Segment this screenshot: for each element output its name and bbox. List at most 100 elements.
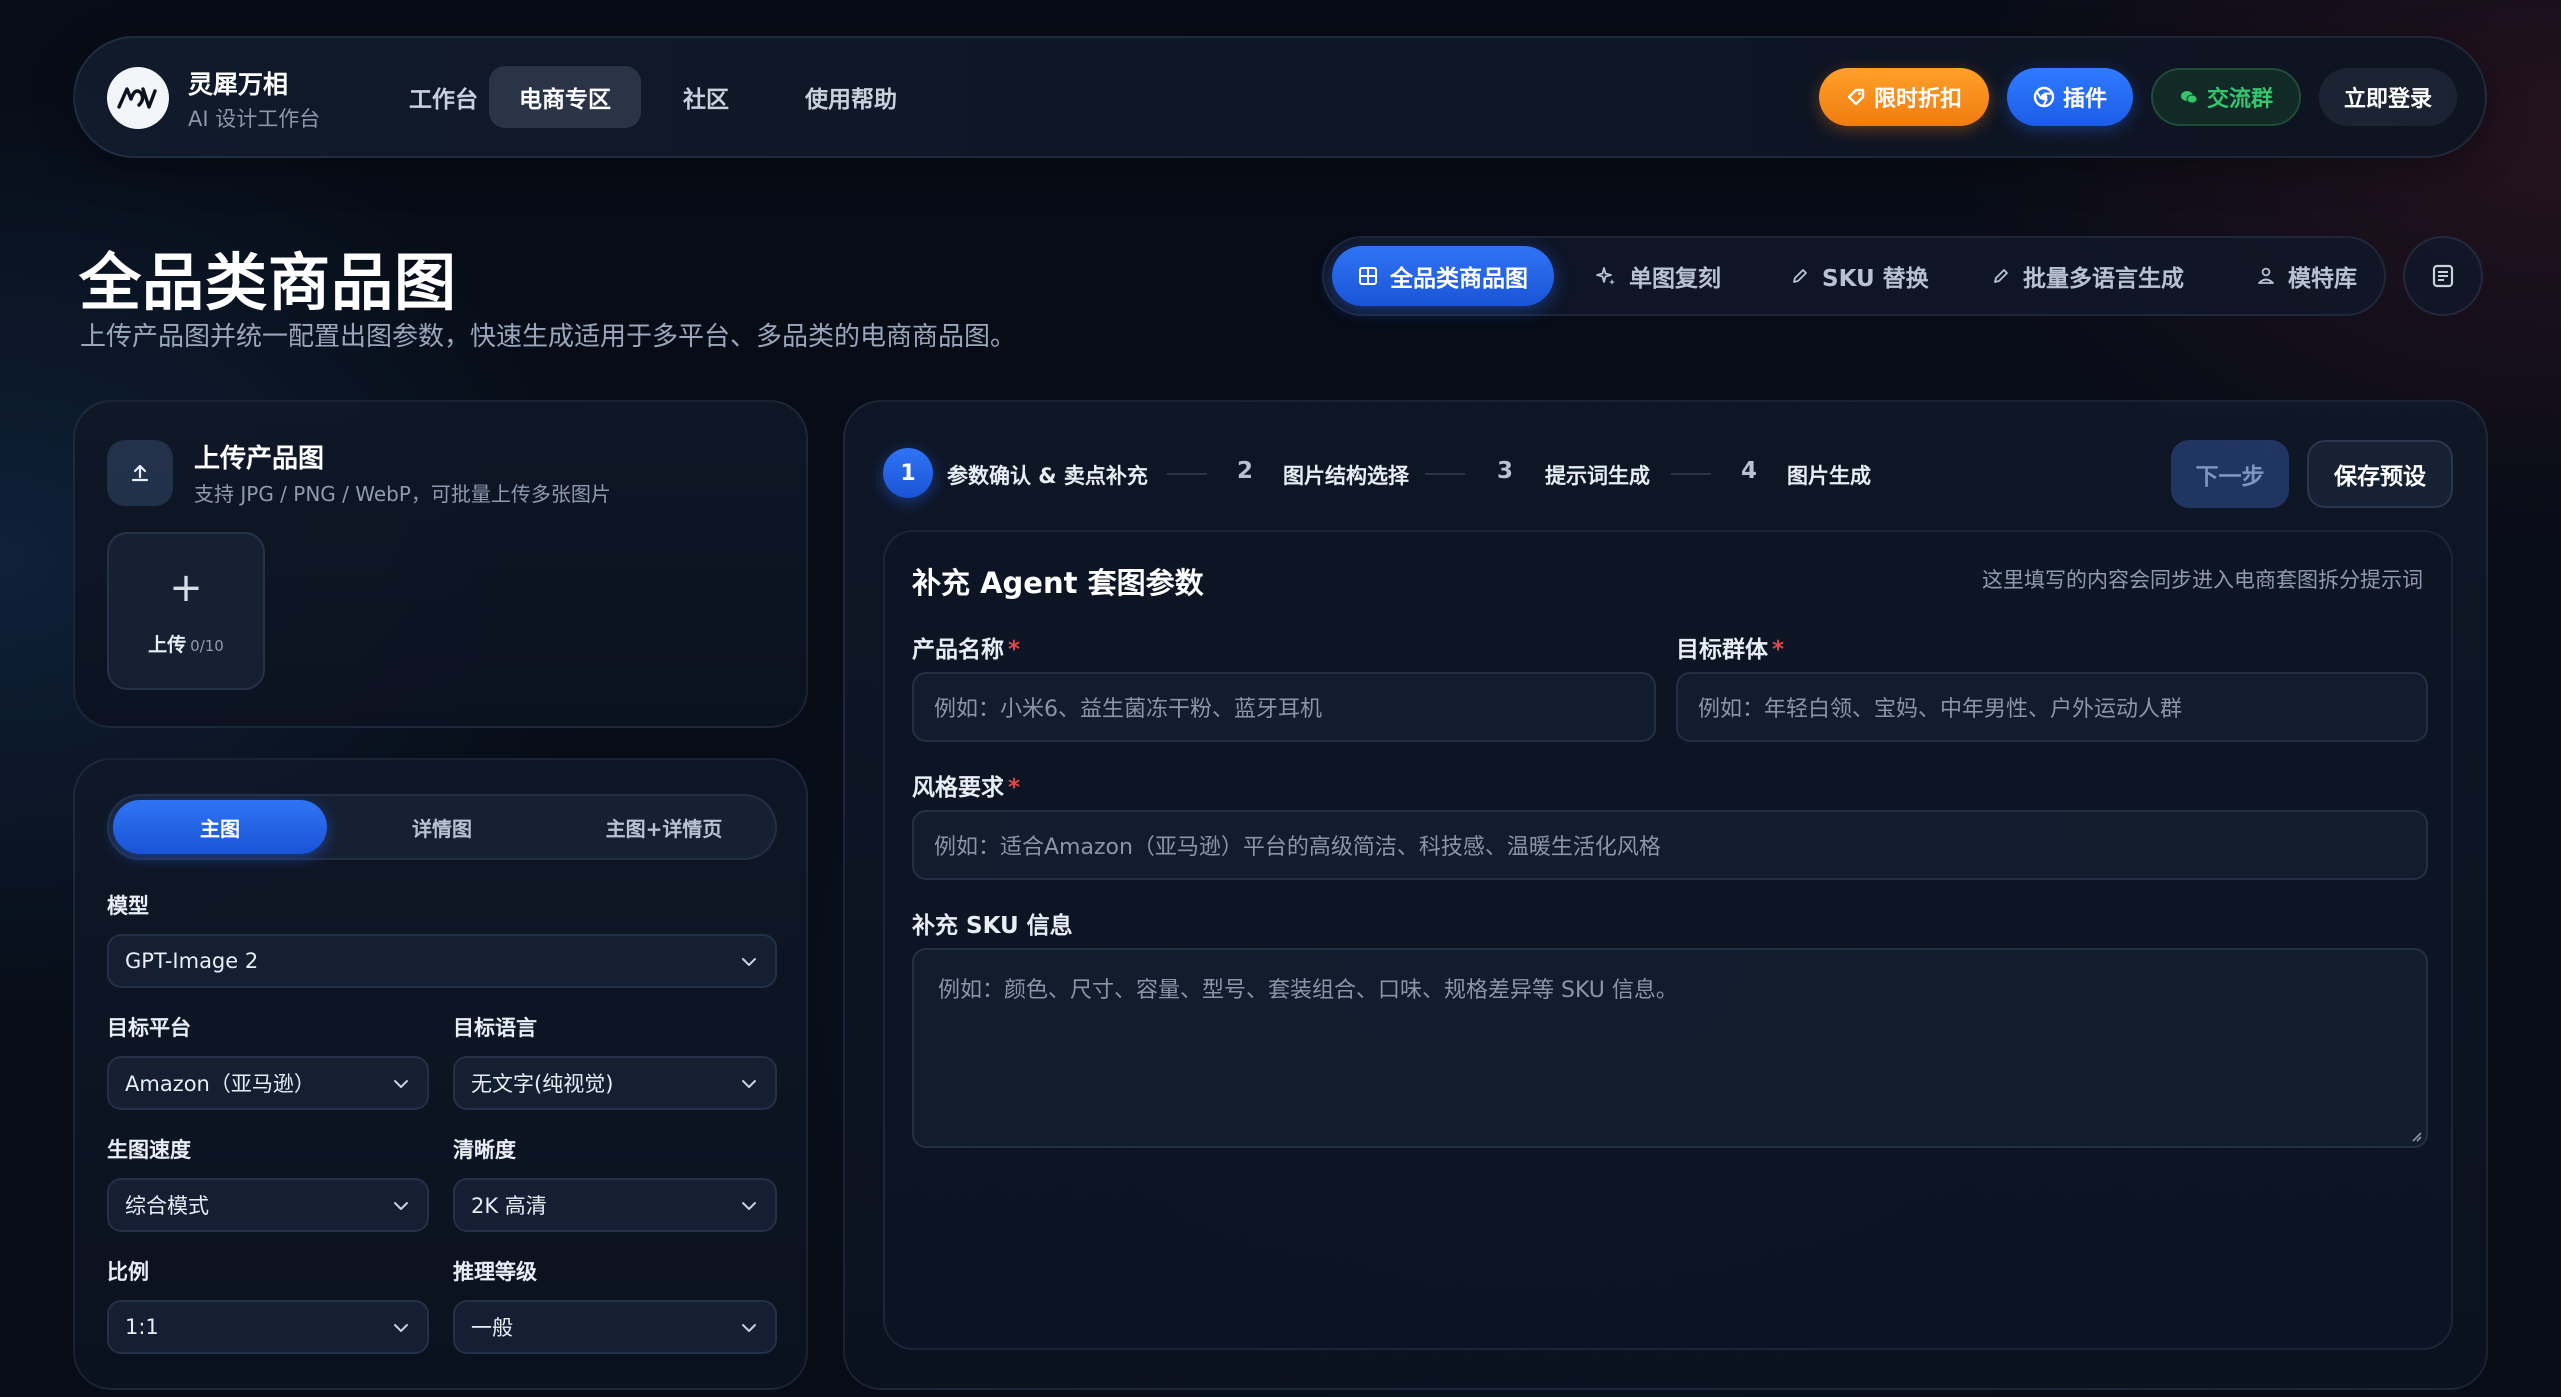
- platform-value: Amazon（亚马逊）: [125, 1072, 315, 1096]
- resize-handle-icon[interactable]: [2408, 1128, 2422, 1142]
- ratio-label: 比例: [107, 1260, 149, 1284]
- step-3-label[interactable]: 提示词生成: [1545, 460, 1650, 490]
- step-2-number[interactable]: 2: [1237, 458, 1253, 484]
- tab-label: 单图复刻: [1629, 266, 1721, 292]
- segment-label: 主图+详情页: [605, 816, 723, 841]
- step-4-label[interactable]: 图片生成: [1787, 460, 1871, 490]
- discount-button[interactable]: 限时折扣: [1819, 68, 1989, 126]
- ratio-select[interactable]: 1:1: [107, 1300, 429, 1354]
- upload-button-label: 上传 0/10: [109, 630, 263, 657]
- document-icon: [2432, 264, 2454, 288]
- login-button[interactable]: 立即登录: [2319, 68, 2457, 126]
- clarity-value: 2K 高清: [471, 1194, 547, 1218]
- tab-model-library[interactable]: 模特库: [2230, 246, 2383, 306]
- step-connector: [1425, 473, 1465, 475]
- plus-icon: +: [169, 565, 203, 611]
- pencil-icon: [1994, 269, 2008, 283]
- model-select[interactable]: GPT-Image 2: [107, 934, 777, 988]
- plugin-button[interactable]: 插件: [2007, 68, 2133, 126]
- step-1-number[interactable]: 1: [883, 448, 933, 498]
- step-connector: [1167, 473, 1207, 475]
- field-label-text: 目标群体: [1676, 637, 1768, 663]
- clarity-select[interactable]: 2K 高清: [453, 1178, 777, 1232]
- upload-label: 上传: [148, 634, 187, 656]
- workflow-panel: 1 参数确认 & 卖点补充 2 图片结构选择 3 提示词生成 4 图片生成 下一…: [843, 400, 2488, 1390]
- step-2-label[interactable]: 图片结构选择: [1283, 460, 1409, 490]
- segment-main-image[interactable]: 主图: [113, 800, 327, 854]
- upload-panel: 上传产品图 支持 JPG / PNG / WebP，可批量上传多张图片 + 上传…: [73, 400, 808, 728]
- style-input[interactable]: 例如：适合Amazon（亚马逊）平台的高级简洁、科技感、温暖生活化风格: [912, 810, 2428, 880]
- audience-placeholder: 例如：年轻白领、宝妈、中年男性、户外运动人群: [1698, 697, 2183, 722]
- chevron-down-icon: [394, 1080, 408, 1088]
- segment-detail-image[interactable]: 详情图: [335, 800, 549, 854]
- product-name-input[interactable]: 例如：小米6、益生菌冻干粉、蓝牙耳机: [912, 672, 1656, 742]
- speed-select[interactable]: 综合模式: [107, 1178, 429, 1232]
- page-title: 全品类商品图: [79, 246, 458, 319]
- upload-dropzone[interactable]: + 上传 0/10: [107, 532, 265, 690]
- grid-icon: [1359, 267, 1377, 285]
- login-label: 立即登录: [2343, 87, 2432, 112]
- tab-single-copy[interactable]: 单图复刻: [1569, 246, 1747, 306]
- group-label: 交流群: [2206, 87, 2273, 112]
- field-label-text: 风格要求: [912, 775, 1004, 801]
- language-select[interactable]: 无文字(纯视觉): [453, 1056, 777, 1110]
- field-label-text: 产品名称: [912, 637, 1004, 663]
- nav-community[interactable]: 社区: [653, 66, 759, 128]
- platform-select[interactable]: Amazon（亚马逊）: [107, 1056, 429, 1110]
- reasoning-label: 推理等级: [453, 1260, 537, 1284]
- step-3-number[interactable]: 3: [1497, 458, 1513, 484]
- language-label: 目标语言: [453, 1016, 537, 1040]
- style-label: 风格要求 *: [912, 768, 1020, 802]
- tab-sku-replace[interactable]: SKU 替换: [1764, 246, 1955, 306]
- history-button[interactable]: [2403, 236, 2483, 316]
- brand-logo[interactable]: [107, 67, 169, 129]
- nav-label: 社区: [683, 87, 729, 113]
- ratio-value: 1:1: [125, 1315, 159, 1339]
- step-1-label[interactable]: 参数确认 & 卖点补充: [947, 460, 1148, 490]
- group-button[interactable]: 交流群: [2151, 68, 2301, 126]
- brand-name: 灵犀万相: [188, 70, 289, 99]
- top-navbar: 灵犀万相 AI 设计工作台 工作台 电商专区 社区 使用帮助 限时折扣 插件 交…: [73, 36, 2487, 158]
- tab-label: 模特库: [2288, 266, 2357, 292]
- language-value: 无文字(纯视觉): [471, 1072, 614, 1096]
- plugin-label: 插件: [2062, 87, 2107, 112]
- discount-label: 限时折扣: [1873, 87, 1962, 112]
- upload-title: 上传产品图: [194, 444, 325, 474]
- nav-label: 工作台: [409, 87, 478, 113]
- brand-subtitle: AI 设计工作台: [188, 107, 321, 131]
- nav-ecommerce[interactable]: 电商专区: [489, 66, 641, 128]
- tab-label: 批量多语言生成: [2023, 266, 2184, 292]
- person-icon: [2258, 267, 2274, 284]
- audience-input[interactable]: 例如：年轻白领、宝妈、中年男性、户外运动人群: [1676, 672, 2428, 742]
- agent-card-hint: 这里填写的内容会同步进入电商套图拆分提示词: [1982, 568, 2423, 592]
- chevron-down-icon: [394, 1202, 408, 1210]
- tab-all-category[interactable]: 全品类商品图: [1332, 246, 1554, 306]
- sku-placeholder: 例如：颜色、尺寸、容量、型号、套装组合、口味、规格差异等 SKU 信息。: [938, 978, 1678, 1003]
- speed-value: 综合模式: [125, 1194, 209, 1218]
- save-preset-button[interactable]: 保存预设: [2307, 440, 2453, 508]
- wechat-icon: [2180, 91, 2198, 104]
- speed-label: 生图速度: [107, 1138, 191, 1162]
- next-step-button[interactable]: 下一步: [2171, 440, 2289, 508]
- step-4-number[interactable]: 4: [1741, 458, 1757, 484]
- mode-tabs: 全品类商品图 单图复刻 SKU 替换 批量多语言生成 模特库: [1322, 236, 2386, 316]
- nav-help[interactable]: 使用帮助: [775, 66, 927, 128]
- required-mark: *: [1772, 637, 1785, 663]
- tab-label: 全品类商品图: [1390, 266, 1528, 292]
- product-name-placeholder: 例如：小米6、益生菌冻干粉、蓝牙耳机: [934, 697, 1322, 722]
- nav-label: 使用帮助: [805, 87, 897, 113]
- logo-icon: [117, 87, 157, 109]
- sku-textarea[interactable]: 例如：颜色、尺寸、容量、型号、套装组合、口味、规格差异等 SKU 信息。: [912, 948, 2428, 1148]
- clarity-label: 清晰度: [453, 1138, 516, 1162]
- chevron-down-icon: [394, 1324, 408, 1332]
- required-mark: *: [1008, 637, 1021, 663]
- reasoning-select[interactable]: 一般: [453, 1300, 777, 1354]
- upload-hint: 支持 JPG / PNG / WebP，可批量上传多张图片: [194, 482, 611, 506]
- tab-multilang[interactable]: 批量多语言生成: [1965, 246, 2210, 306]
- image-type-segmented: 主图 详情图 主图+详情页: [107, 794, 777, 860]
- required-mark: *: [1008, 775, 1021, 801]
- step-connector: [1671, 473, 1711, 475]
- sparkle-icon: [1596, 267, 1615, 285]
- segment-main-detail[interactable]: 主图+详情页: [557, 800, 771, 854]
- tag-icon: [1847, 88, 1865, 106]
